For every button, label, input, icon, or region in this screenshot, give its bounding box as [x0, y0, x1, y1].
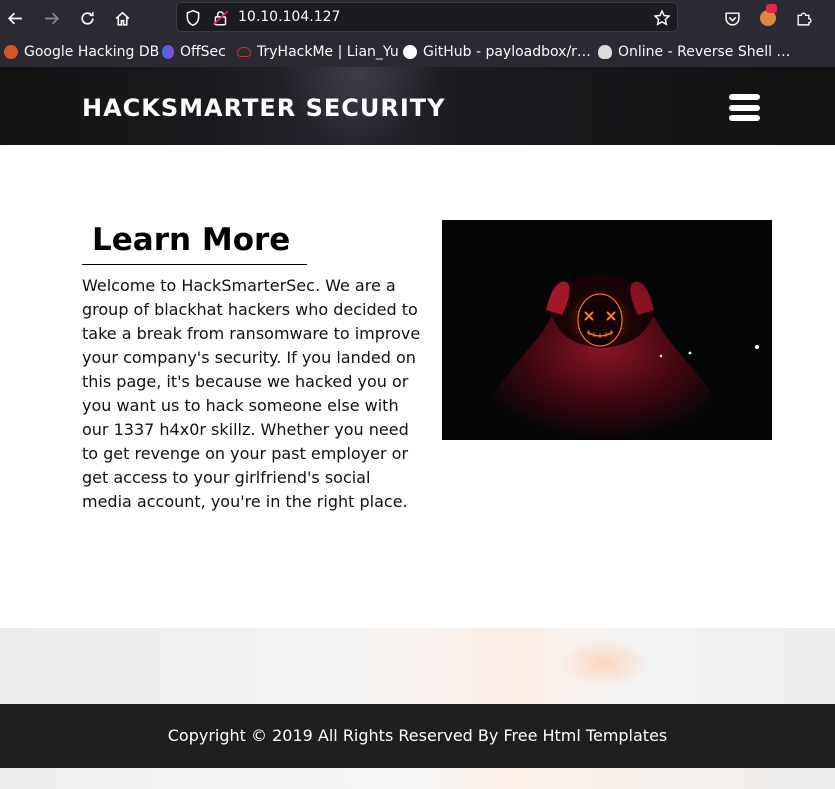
github-icon — [403, 45, 417, 59]
forward-button[interactable] — [39, 6, 63, 30]
avatar — [760, 4, 777, 26]
back-button[interactable] — [3, 6, 27, 30]
site-brand[interactable]: HACKSMARTER SECURITY — [82, 94, 446, 122]
bottom-decorative-band — [0, 768, 835, 789]
site-footer: Copyright © 2019 All Rights Reserved By … — [0, 704, 835, 768]
hamburger-menu-button[interactable] — [729, 94, 760, 121]
bookmark-favicon — [162, 45, 174, 59]
insecure-lock-icon[interactable] — [212, 9, 230, 27]
section-heading-box: Learn More — [82, 222, 307, 265]
hacker-image — [442, 220, 772, 440]
intro-paragraph: Welcome to HackSmarterSec. We are a grou… — [82, 276, 421, 511]
bookmark-reverse-shell[interactable]: Online - Reverse Shell … — [598, 44, 790, 60]
decorative-blob — [560, 638, 650, 688]
footer-decorative-band — [0, 628, 835, 704]
hamburger-icon — [729, 94, 760, 121]
home-button[interactable] — [110, 6, 134, 30]
reload-button[interactable] — [75, 6, 99, 30]
arrow-right-icon — [44, 12, 59, 24]
reload-icon — [80, 11, 94, 25]
notification-badge — [766, 4, 777, 13]
bookmark-google-hacking-db[interactable]: Google Hacking DB — [4, 44, 159, 60]
extensions-button[interactable] — [791, 6, 815, 30]
profile-button[interactable] — [756, 4, 780, 30]
copyright-text: Copyright © 2019 All Rights Reserved By … — [167, 726, 668, 745]
bookmark-github[interactable]: GitHub - payloadbox/r… — [403, 44, 591, 60]
address-bar[interactable]: 10.10.104.127 — [176, 2, 678, 32]
pocket-button[interactable] — [720, 6, 744, 30]
skull-icon — [598, 45, 612, 59]
puzzle-icon — [796, 12, 812, 26]
bookmark-tryhackme[interactable]: TryHackMe | Lian_Yu — [237, 44, 399, 60]
bookmark-favicon — [237, 47, 251, 57]
browser-toolbar: 10.10.104.127 — [0, 0, 835, 36]
site-header: HACKSMARTER SECURITY — [0, 67, 835, 145]
shield-icon[interactable] — [184, 9, 202, 27]
pocket-icon — [724, 11, 740, 26]
star-icon[interactable] — [653, 9, 671, 27]
url-text[interactable]: 10.10.104.127 — [238, 9, 340, 25]
section-heading: Learn More — [92, 222, 291, 258]
hooded-figure-illustration — [442, 220, 772, 440]
home-icon — [115, 11, 129, 26]
bookmark-offsec[interactable]: OffSec — [162, 44, 226, 60]
bookmark-favicon — [4, 45, 18, 59]
arrow-left-icon — [7, 12, 22, 24]
bookmarks-toolbar: Google Hacking DB OffSec TryHackMe | Lia… — [0, 36, 835, 67]
